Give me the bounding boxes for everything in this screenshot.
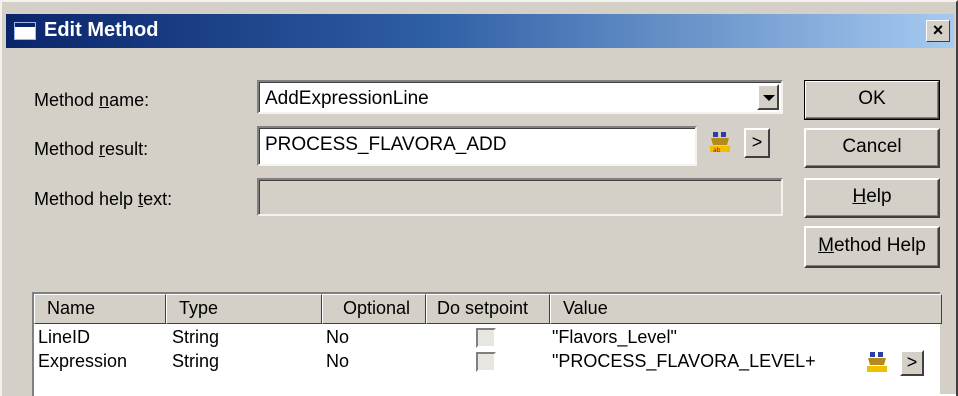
expression-builder-icon[interactable]: ab (707, 130, 733, 154)
parameters-table: Name Type Optional Do setpoint Value Lin… (32, 292, 942, 396)
row-name-cell: LineID (38, 327, 91, 347)
method-help-button[interactable]: Method Help (804, 226, 940, 268)
value-arrow-button[interactable]: > (900, 350, 924, 376)
row-value-cell: "PROCESS_FLAVORA_LEVEL+ (552, 351, 816, 371)
row-value-cell: "Flavors_Level" (552, 327, 677, 347)
row-optional-cell: No (326, 327, 350, 347)
expression-builder-icon[interactable] (864, 350, 890, 374)
column-header-type[interactable]: Type (166, 294, 322, 324)
column-header-do-setpoint[interactable]: Do setpoint (426, 294, 550, 324)
svg-text:ab: ab (713, 147, 721, 154)
method-help-text-label: Method help text: (34, 189, 173, 209)
cancel-button[interactable]: Cancel (804, 128, 940, 168)
column-header-value[interactable]: Value (550, 294, 942, 324)
title-bar: Edit Method × (6, 14, 954, 48)
method-name-label: Method name: (34, 90, 150, 110)
dialog-title: Edit Method (44, 19, 159, 41)
row-type-cell: String (172, 351, 220, 371)
method-result-arrow-button[interactable]: > (744, 128, 770, 158)
ok-button[interactable]: OK (804, 80, 940, 120)
method-name-dropdown-button[interactable] (757, 84, 779, 110)
column-header-optional[interactable]: Optional (322, 294, 426, 324)
help-button[interactable]: Help (804, 178, 940, 218)
do-setpoint-checkbox[interactable] (476, 328, 496, 348)
row-optional-cell: No (326, 351, 350, 371)
row-type-cell: String (172, 327, 220, 347)
method-name-value: AddExpressionLine (265, 88, 429, 109)
close-button[interactable]: × (926, 20, 950, 42)
method-help-text-input[interactable] (257, 178, 783, 216)
method-result-value: PROCESS_FLAVORA_ADD (265, 134, 507, 155)
method-result-input[interactable]: PROCESS_FLAVORA_ADD (257, 126, 697, 166)
chevron-down-icon (763, 95, 775, 101)
window-icon (14, 22, 36, 40)
row-name-cell: Expression (38, 351, 128, 371)
do-setpoint-checkbox[interactable] (476, 352, 496, 372)
method-result-label: Method result: (34, 139, 149, 159)
edit-method-dialog: Edit Method × Method name: AddExpression… (0, 0, 958, 396)
method-name-dropdown[interactable]: AddExpressionLine (257, 80, 783, 114)
column-header-name[interactable]: Name (34, 294, 166, 324)
